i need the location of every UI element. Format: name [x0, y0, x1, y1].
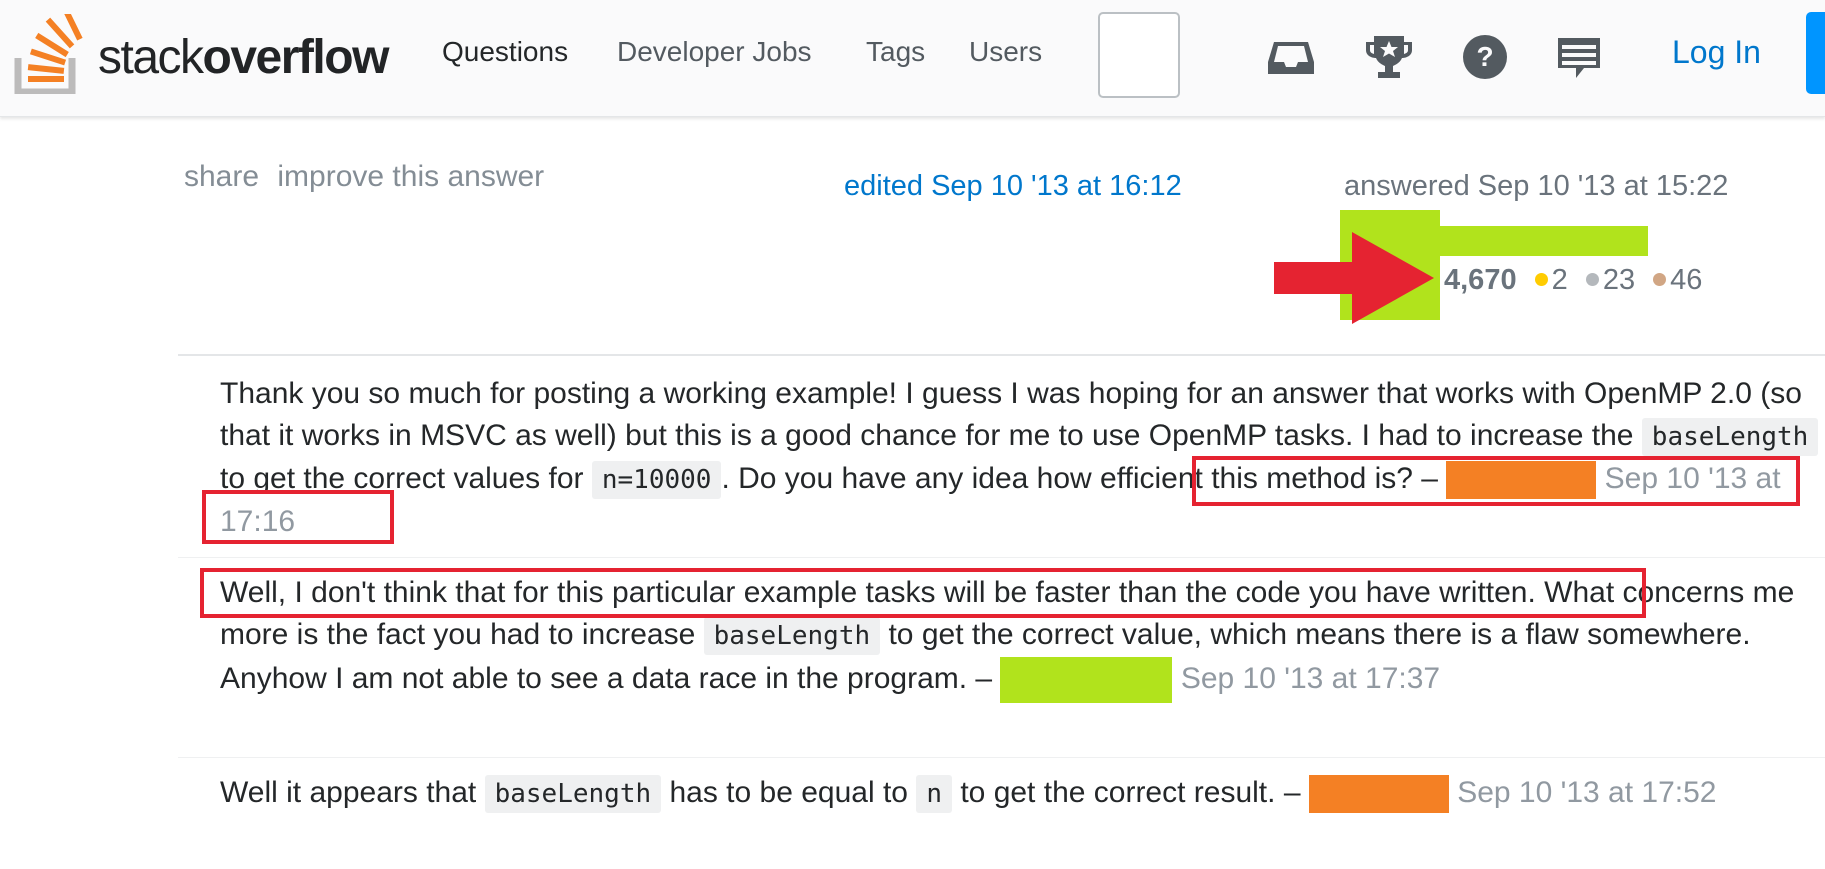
red-arrow-annotation	[1274, 232, 1434, 324]
inline-code: baseLength	[484, 775, 662, 813]
inline-code: baseLength	[703, 617, 881, 655]
gold-badge-count: 2	[1551, 264, 1568, 296]
inbox-icon[interactable]	[1266, 32, 1316, 82]
answered-timestamp: answered Sep 10 '13 at 15:22	[1344, 170, 1729, 202]
inline-code: n=10000	[591, 461, 722, 499]
comments-divider	[178, 354, 1825, 356]
share-link[interactable]: share	[184, 160, 259, 193]
nav-questions[interactable]: Questions	[442, 36, 568, 68]
bronze-badge-count: 46	[1670, 264, 1703, 296]
comment-user-redaction[interactable]	[1000, 657, 1173, 703]
signup-button[interactable]	[1806, 12, 1825, 94]
user-reputation: 4,670 2 23 46	[1444, 264, 1702, 297]
top-bar: stackoverflow Questions Developer Jobs T…	[0, 0, 1825, 117]
silver-badge-count: 23	[1602, 264, 1636, 296]
comment-user-redaction[interactable]	[1308, 775, 1449, 814]
inline-code: baseLength	[1641, 418, 1819, 456]
red-highlight-box	[1192, 456, 1800, 506]
inline-code: n	[916, 775, 952, 813]
edited-timestamp-link[interactable]: edited Sep 10 '13 at 16:12	[844, 170, 1182, 203]
stack-logo-icon	[14, 14, 83, 94]
comment-item: Well it appears that baseLength has to b…	[220, 772, 1820, 815]
logo-text: stackoverflow	[98, 31, 389, 84]
comment-divider	[178, 757, 1825, 758]
red-highlight-box	[202, 490, 394, 544]
trophy-icon[interactable]	[1364, 32, 1414, 82]
improve-answer-link[interactable]: improve this answer	[277, 160, 544, 193]
nav-users[interactable]: Users	[969, 36, 1042, 68]
post-menu: share improve this answer	[184, 160, 554, 194]
silver-badge-icon	[1585, 273, 1599, 287]
svg-text:?: ?	[1476, 41, 1493, 72]
search-input[interactable]	[1098, 12, 1180, 98]
chat-icon[interactable]	[1554, 32, 1604, 82]
reputation-score: 4,670	[1444, 264, 1517, 296]
stackoverflow-logo[interactable]: stackoverflow	[14, 14, 394, 94]
comment-date-link[interactable]: Sep 10 '13 at 17:37	[1181, 662, 1440, 695]
nav-tags[interactable]: Tags	[866, 36, 925, 68]
comment-date-link[interactable]: Sep 10 '13 at 17:52	[1457, 776, 1716, 809]
login-link[interactable]: Log In	[1672, 34, 1761, 71]
bronze-badge-icon	[1653, 273, 1667, 287]
gold-badge-icon	[1534, 273, 1548, 287]
help-icon[interactable]: ?	[1460, 32, 1510, 82]
nav-developer-jobs[interactable]: Developer Jobs	[617, 36, 812, 68]
red-highlight-box	[200, 568, 1646, 618]
comment-divider	[178, 557, 1825, 558]
